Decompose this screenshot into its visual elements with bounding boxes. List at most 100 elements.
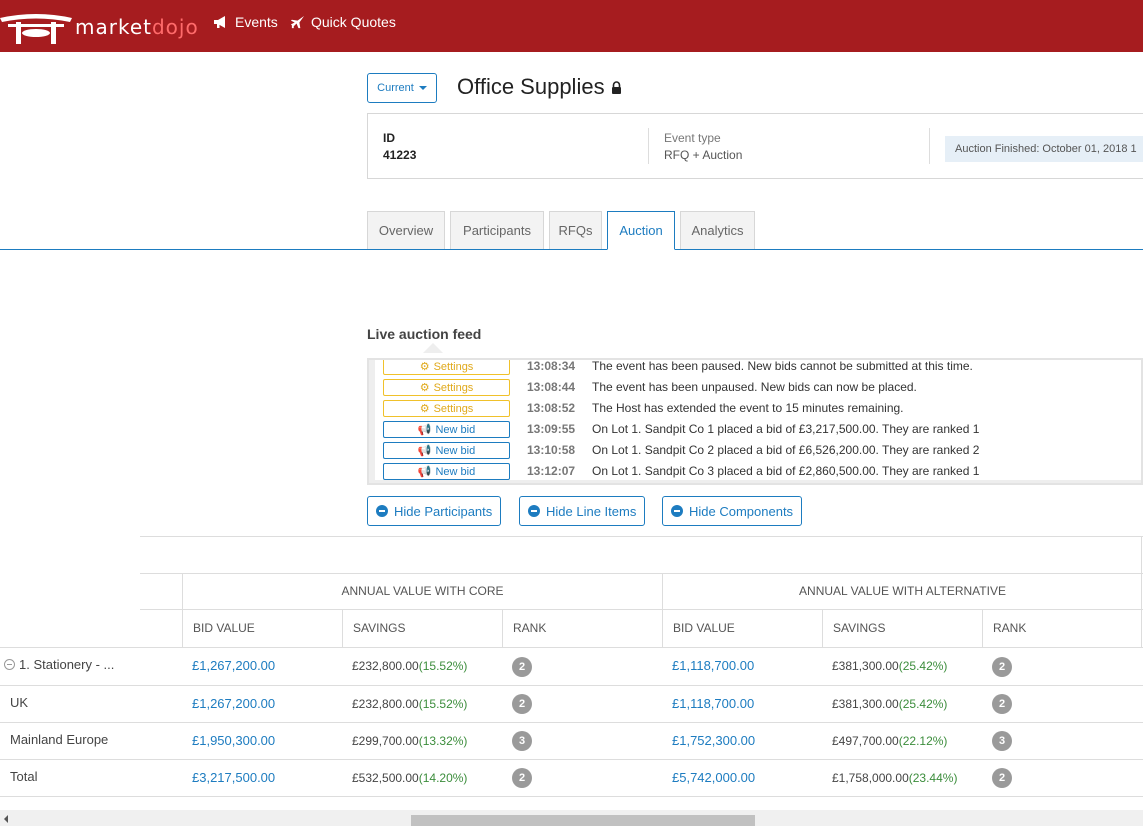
scrollbar-thumb[interactable] [411,815,755,826]
divider [929,128,930,164]
new-bid-badge: 📢 New bid [383,421,510,438]
bid-value-link[interactable]: £5,742,000.00 [672,770,755,785]
id-value: 41223 [383,148,417,162]
divider [648,128,649,164]
settings-badge: ⚙ Settings [383,400,510,417]
nav-events[interactable]: Events [213,14,278,30]
savings-cell: £1,758,000.00(23.44%) [832,771,958,785]
nav-quick-quotes[interactable]: Quick Quotes [289,14,396,30]
brand-name: marketdojo [75,15,199,39]
hide-components-button[interactable]: Hide Components [662,496,803,526]
badge-label: New bid [435,423,476,436]
feed-title: Live auction feed [367,326,482,342]
rank-badge: 3 [992,731,1012,751]
rank-badge: 2 [512,657,532,677]
tab-participants[interactable]: Participants [450,211,544,249]
page-title-text: Office Supplies [457,74,605,99]
gears-icon: ⚙ [419,382,430,394]
gears-icon: ⚙ [419,403,430,415]
feed-message: On Lot 1. Sandpit Co 3 placed a bid of £… [592,464,980,478]
button-label: Hide Components [689,503,794,519]
table-rule [0,759,1143,760]
event-type-label: Event type [664,131,721,145]
col-header-rank[interactable]: RANK [993,621,1026,635]
top-navbar: marketdojo Events Quick Quotes [0,0,1143,52]
caret-down-icon [418,86,427,90]
feed-time: 13:08:34 [527,360,576,373]
feed-message: On Lot 1. Sandpit Co 2 placed a bid of £… [592,443,980,457]
feed-time: 13:12:07 [527,464,576,478]
table-rule [342,610,343,647]
bid-value-link[interactable]: £1,752,300.00 [672,733,755,748]
torii-gate-icon [0,14,72,44]
settings-badge: ⚙ Settings [383,360,510,375]
event-info-panel: ID 41223 Event type RFQ + Auction Auctio… [367,113,1143,179]
nav-events-label: Events [235,14,278,30]
hide-participants-button[interactable]: Hide Participants [367,496,502,526]
minus-circle-icon [376,505,388,517]
col-header-savings[interactable]: SAVINGS [833,621,885,635]
col-header-savings[interactable]: SAVINGS [353,621,405,635]
tab-rfqs[interactable]: RFQs [549,211,602,249]
collapse-icon[interactable] [4,659,15,670]
new-bid-badge: 📢 New bid [383,442,510,459]
tab-analytics[interactable]: Analytics [680,211,755,249]
feed-row: ⚙ Settings 13:08:52 The Host has extended… [383,400,1141,417]
badge-label: Settings [433,381,474,394]
brand-logo[interactable]: marketdojo [0,6,198,46]
lock-icon [611,80,621,94]
feed-time: 13:08:52 [527,401,576,415]
row-label-stationery[interactable]: 1. Stationery - ... [4,657,114,672]
bid-value-link[interactable]: £3,217,500.00 [192,770,275,785]
bid-value-link[interactable]: £1,118,700.00 [672,696,754,711]
rank-badge: 2 [512,768,532,788]
col-header-bid-value[interactable]: BID VALUE [193,621,255,635]
plane-icon [289,14,305,30]
table-rule [140,609,1143,610]
table-rule [982,610,983,647]
savings-cell: £232,800.00(15.52%) [352,659,468,673]
table-rule [0,796,1143,797]
rank-badge: 2 [512,694,532,714]
settings-badge: ⚙ Settings [383,379,510,396]
badge-label: Settings [433,402,474,415]
feed-row: 📢 New bid 13:12:07 On Lot 1. Sandpit Co 3… [383,463,1141,480]
hide-line-items-button[interactable]: Hide Line Items [519,496,646,526]
group-header-core: ANNUAL VALUE WITH CORE [341,584,504,598]
rank-badge: 2 [992,657,1012,677]
bid-value-link[interactable]: £1,950,300.00 [192,733,275,748]
bid-value-link[interactable]: £1,267,200.00 [192,696,275,711]
feed-time: 13:10:58 [527,443,576,457]
feed-message: The event has been paused. New bids cann… [592,360,973,373]
feed-row: 📢 New bid 13:10:58 On Lot 1. Sandpit Co 2… [383,442,1141,459]
col-header-rank[interactable]: RANK [513,621,546,635]
rank-badge: 2 [992,768,1012,788]
scroll-left-arrow-icon[interactable] [4,815,8,823]
version-dropdown[interactable]: Current [367,73,437,103]
tab-label: RFQs [558,223,593,238]
tab-label: Overview [378,223,434,238]
feed-row: 📢 New bid 13:09:55 On Lot 1. Sandpit Co 1… [383,421,1141,438]
megaphone-icon: 📢 [417,445,432,457]
row-label-total: Total [10,769,38,784]
badge-label: Settings [433,360,474,373]
bid-value-link[interactable]: £1,118,700.00 [672,658,754,673]
tab-label: Participants [463,223,531,238]
feed-row: ⚙ Settings 13:08:44 The event has been un… [383,379,1141,396]
rank-badge: 2 [992,694,1012,714]
auction-status-badge: Auction Finished: October 01, 2018 1 [945,136,1143,162]
megaphone-icon [213,14,229,30]
tab-overview[interactable]: Overview [367,211,445,249]
nav-quick-quotes-label: Quick Quotes [311,14,396,30]
table-rule [0,685,1143,686]
bid-value-link[interactable]: £1,267,200.00 [192,658,275,673]
feed-message: The event has been unpaused. New bids ca… [592,380,917,394]
row-label-uk: UK [10,695,29,710]
feed-message: On Lot 1. Sandpit Co 1 placed a bid of £… [592,422,980,436]
table-rule [0,722,1143,723]
table-rule [0,647,1143,648]
live-auction-feed[interactable]: ⚙ Settings 13:08:34 The event has been pa… [367,358,1143,485]
tab-auction[interactable]: Auction [607,211,675,250]
col-header-bid-value[interactable]: BID VALUE [673,621,735,635]
feed-scroll-area[interactable]: ⚙ Settings 13:08:34 The event has been pa… [375,360,1141,480]
